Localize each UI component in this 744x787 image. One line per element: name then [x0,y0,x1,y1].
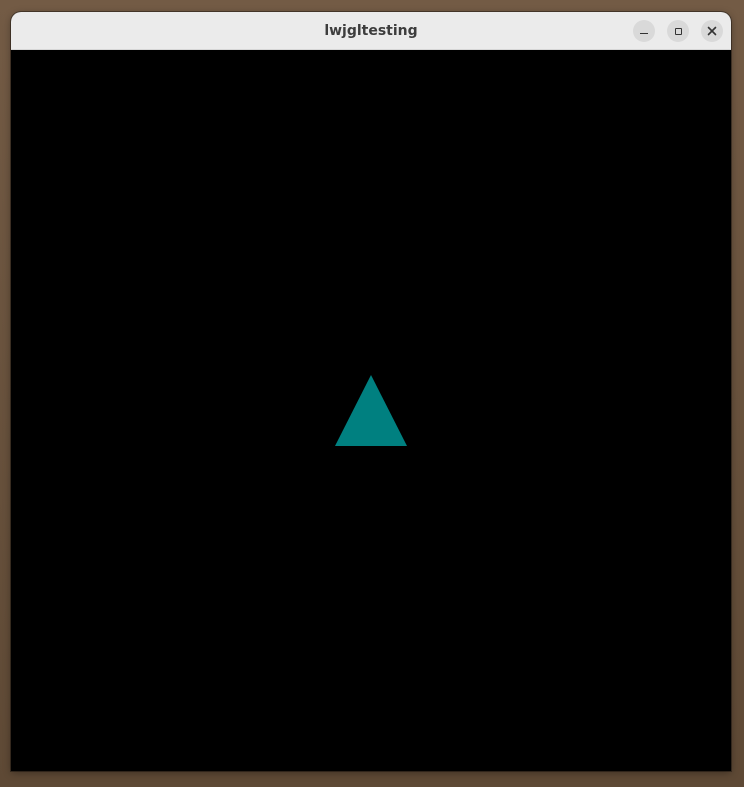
scene-svg [335,375,407,446]
minimize-icon [640,32,648,35]
title-bar[interactable]: lwjgltesting [11,12,731,50]
teal-triangle [335,375,407,446]
render-canvas[interactable] [11,50,731,771]
window-title: lwjgltesting [324,23,418,39]
app-window: lwjgltesting [11,12,731,771]
minimize-button[interactable] [633,20,655,42]
maximize-icon [674,27,682,35]
close-button[interactable] [701,20,723,42]
maximize-button[interactable] [667,20,689,42]
close-icon [707,26,717,36]
